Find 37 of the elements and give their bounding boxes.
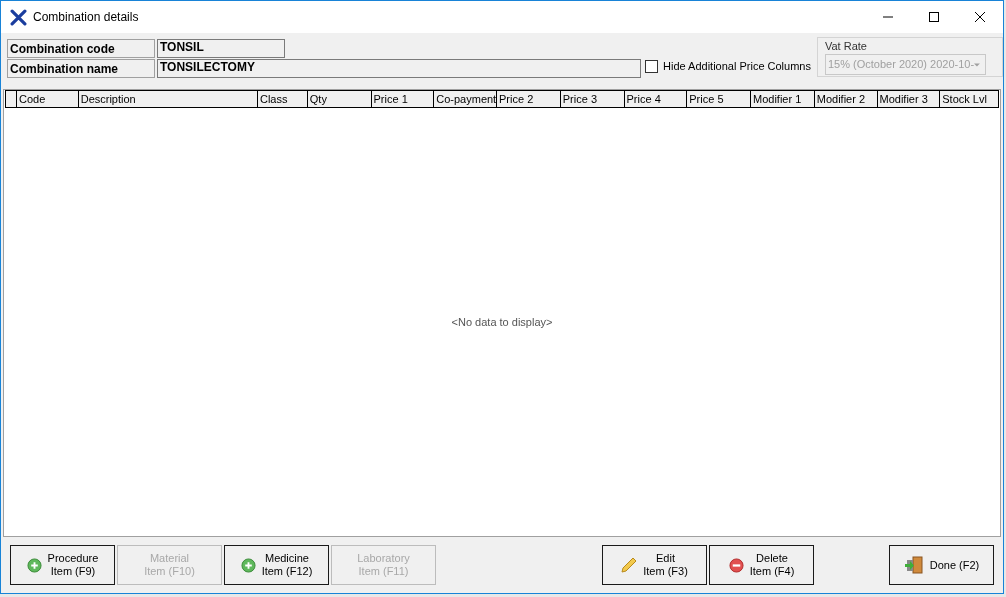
door-exit-icon — [903, 556, 924, 574]
empty-message: <No data to display> — [451, 314, 553, 330]
action-button[interactable]: Medicine Item (F12) — [224, 545, 329, 585]
close-icon — [975, 12, 985, 22]
dropdown-arrow-icon — [974, 62, 980, 67]
action-button[interactable]: Procedure Item (F9) — [10, 545, 115, 585]
column-header[interactable]: Price 5 — [687, 91, 751, 107]
maximize-icon — [929, 12, 939, 22]
action-button[interactable]: Edit Item (F3) — [602, 545, 707, 585]
field-label: Combination name — [7, 59, 155, 78]
column-header[interactable]: Co-payment — [434, 91, 497, 107]
column-header[interactable]: Qty — [307, 91, 372, 107]
plus-icon — [240, 557, 256, 573]
column-header[interactable]: Price 4 — [624, 91, 688, 107]
column-header[interactable]: Price 1 — [371, 91, 435, 107]
field-value[interactable]: TONSIL — [157, 39, 285, 58]
vat-rate-label: Vat Rate — [824, 40, 867, 53]
action-button[interactable]: Delete Item (F4) — [709, 545, 814, 585]
column-header[interactable]: Modifier 2 — [814, 91, 878, 107]
minus-icon — [728, 557, 744, 573]
plus-icon — [26, 557, 42, 573]
field-value[interactable]: TONSILECTOMY — [157, 59, 641, 78]
field-label: Combination code — [7, 39, 155, 58]
column-header[interactable]: Description — [78, 91, 258, 107]
window-title: Combination details — [33, 9, 139, 26]
column-header[interactable]: Class — [257, 91, 308, 107]
column-header[interactable]: Price 2 — [497, 91, 561, 107]
column-header[interactable]: Code — [16, 91, 79, 107]
done-button[interactable]: Done (F2) — [889, 545, 994, 585]
column-header[interactable]: Price 3 — [560, 91, 625, 107]
checkbox[interactable] — [645, 59, 658, 73]
column-header[interactable]: Modifier 3 — [877, 91, 941, 107]
pencil-icon — [621, 557, 638, 573]
column-header[interactable]: Modifier 1 — [751, 91, 815, 107]
column-header[interactable]: Stock Lvl — [940, 91, 999, 107]
tools-icon — [10, 8, 27, 26]
checkbox-label: Hide Additional Price Columns — [663, 58, 811, 74]
